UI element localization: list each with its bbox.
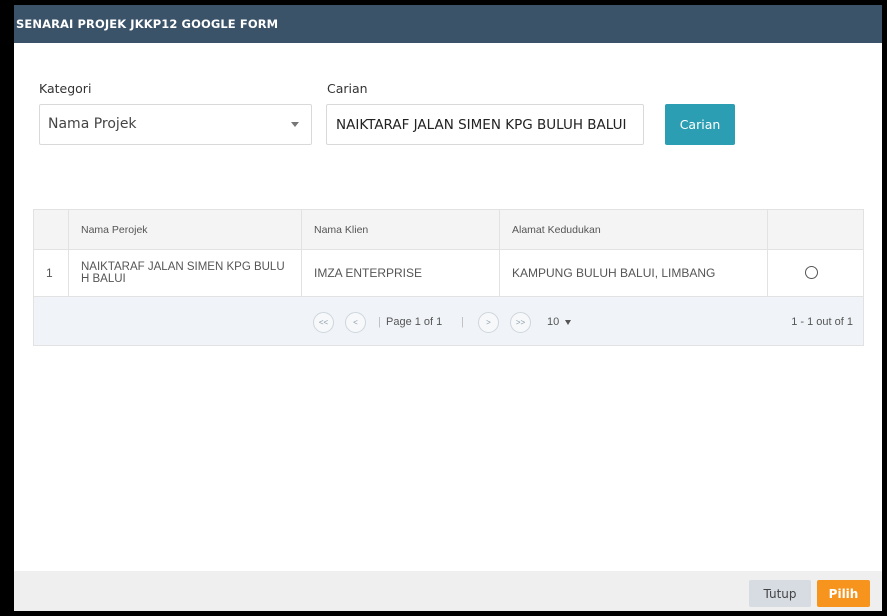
column-header-client: Nama Klien [314, 224, 369, 236]
close-button[interactable]: Tutup [749, 580, 811, 607]
row-client-name: IMZA ENTERPRISE [314, 266, 423, 280]
row-select-radio[interactable] [805, 266, 818, 279]
last-page-button[interactable]: >> [510, 312, 531, 333]
page-size-value[interactable]: 10 [547, 316, 559, 328]
search-input[interactable] [326, 104, 644, 145]
next-page-button[interactable]: > [478, 312, 499, 333]
row-project-cell: NAIKTARAF JALAN SIMEN KPG BULU H BALUI [69, 250, 302, 296]
pager-divider-left: | [378, 316, 381, 328]
grid-pager: << < | Page 1 of 1 | > >> 10 1 - 1 out o… [34, 297, 863, 345]
modal-footer: Tutup Pilih [14, 571, 882, 611]
project-grid: Nama Perojek Nama Klien Alamat Kedudukan… [33, 209, 864, 346]
project-list-modal: SENARAI PROJEK JKKP12 GOOGLE FORM Katego… [14, 5, 882, 611]
first-page-button[interactable]: << [313, 312, 334, 333]
page-size-caret-icon[interactable] [565, 320, 571, 325]
header-cell-select [768, 210, 864, 249]
row-index: 1 [46, 266, 53, 280]
caret-down-icon [291, 122, 299, 127]
row-select-cell [768, 250, 864, 296]
prev-page-button[interactable]: < [345, 312, 366, 333]
header-cell-project[interactable]: Nama Perojek [69, 210, 302, 249]
modal-title: SENARAI PROJEK JKKP12 GOOGLE FORM [14, 5, 882, 43]
search-label: Carian [327, 81, 368, 96]
category-label: Kategori [39, 81, 92, 96]
pager-divider-right: | [461, 316, 464, 328]
header-cell-address[interactable]: Alamat Kedudukan [500, 210, 768, 249]
column-header-address: Alamat Kedudukan [512, 224, 601, 236]
category-select[interactable]: Nama Projek [39, 104, 312, 145]
header-cell-client[interactable]: Nama Klien [302, 210, 500, 249]
category-selected-value: Nama Projek [48, 116, 137, 132]
search-button[interactable]: Carian [665, 104, 735, 145]
header-cell-index [34, 210, 69, 249]
row-client-cell: IMZA ENTERPRISE [302, 250, 500, 296]
grid-header: Nama Perojek Nama Klien Alamat Kedudukan [34, 210, 863, 250]
row-index-cell: 1 [34, 250, 69, 296]
pager-page-text: Page 1 of 1 [386, 316, 443, 328]
pager-summary: 1 - 1 out of 1 [791, 316, 853, 328]
row-address-cell: KAMPUNG BULUH BALUI, LIMBANG [500, 250, 768, 296]
table-row[interactable]: 1 NAIKTARAF JALAN SIMEN KPG BULU H BALUI… [34, 250, 863, 297]
row-address: KAMPUNG BULUH BALUI, LIMBANG [512, 266, 716, 280]
column-header-project: Nama Perojek [81, 224, 148, 236]
row-project-name: NAIKTARAF JALAN SIMEN KPG BULU H BALUI [81, 261, 285, 285]
pick-button[interactable]: Pilih [817, 580, 870, 607]
